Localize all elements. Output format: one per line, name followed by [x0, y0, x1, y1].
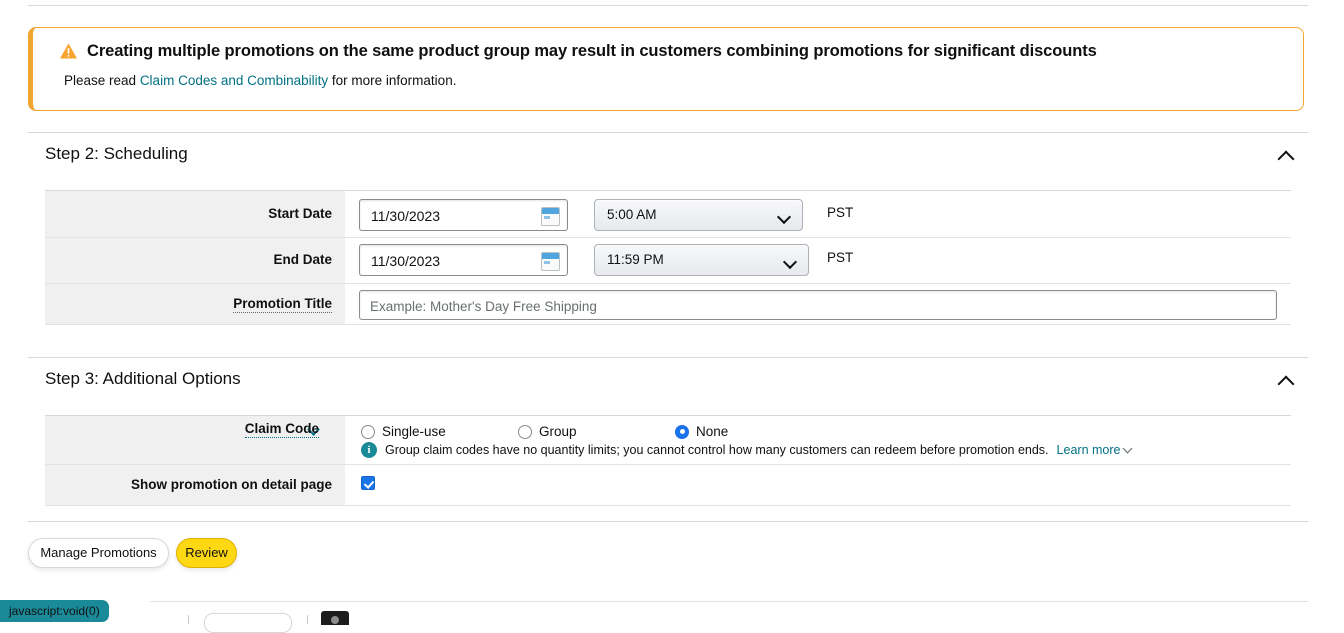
warning-triangle-icon — [59, 43, 78, 59]
learn-more-chevron-down-icon — [1124, 445, 1133, 454]
status-bar-url: javascript:void(0) — [0, 600, 109, 622]
radio-group[interactable] — [518, 424, 532, 439]
row-divider — [45, 505, 1291, 506]
footer-app-icon[interactable] — [321, 611, 349, 625]
radio-none[interactable] — [675, 424, 689, 439]
claim-code-label-cell: Claim Code — [45, 416, 345, 464]
end-date-label-cell: End Date — [45, 238, 345, 283]
claim-code-note: i Group claim codes have no quantity lim… — [361, 442, 1133, 458]
end-date-calendar-icon[interactable] — [541, 252, 560, 271]
promotion-form-page: Creating multiple promotions on the same… — [0, 0, 1344, 633]
start-date-calendar-icon[interactable] — [541, 207, 560, 226]
step2-title: Step 2: Scheduling — [45, 144, 188, 163]
end-date-label: End Date — [273, 252, 332, 267]
review-button[interactable]: Review — [176, 538, 237, 568]
step2-header: Step 2: Scheduling — [28, 136, 1308, 178]
claim-code-option-single-use[interactable]: Single-use — [361, 424, 446, 439]
footer-separator-left — [188, 615, 189, 624]
start-time-chevron-down-icon — [779, 212, 790, 223]
radio-label-single-use: Single-use — [382, 424, 446, 439]
step3-collapse-chevron-up-icon[interactable] — [1278, 374, 1295, 385]
end-date-field[interactable] — [359, 244, 568, 277]
row-divider — [45, 324, 1291, 325]
alert-body-suffix: for more information. — [328, 73, 457, 88]
end-timezone-label: PST — [827, 250, 854, 265]
footer-separator-right — [307, 615, 308, 624]
promotion-title-label-cell: Promotion Title — [45, 284, 345, 324]
end-time-value: 11:59 PM — [607, 252, 664, 267]
footer-divider — [150, 601, 1308, 602]
alert-heading-row: Creating multiple promotions on the same… — [59, 42, 1097, 61]
radio-single-use[interactable] — [361, 424, 375, 439]
start-date-label: Start Date — [268, 206, 332, 221]
claim-codes-combinability-link[interactable]: Claim Codes and Combinability — [140, 73, 328, 88]
start-date-field[interactable] — [359, 199, 568, 232]
start-time-select[interactable]: 5:00 AM — [594, 199, 803, 231]
start-timezone-label: PST — [827, 205, 854, 220]
promotion-title-label: Promotion Title — [233, 296, 332, 313]
alert-title: Creating multiple promotions on the same… — [87, 42, 1097, 60]
learn-more-link[interactable]: Learn more — [1057, 443, 1134, 457]
start-time-value: 5:00 AM — [607, 207, 657, 222]
step3-title: Step 3: Additional Options — [45, 369, 241, 388]
show-on-detail-page-label: Show promotion on detail page — [131, 477, 332, 492]
show-on-detail-page-label-cell: Show promotion on detail page — [45, 465, 345, 505]
radio-label-none: None — [696, 424, 729, 439]
alert-body-prefix: Please read — [64, 73, 140, 88]
claim-code-option-none[interactable]: None — [675, 424, 728, 439]
step3-header: Step 3: Additional Options — [28, 361, 1308, 403]
radio-label-group: Group — [539, 424, 577, 439]
actions-top-divider — [28, 521, 1308, 522]
manage-promotions-button[interactable]: Manage Promotions — [28, 538, 169, 568]
end-time-select[interactable]: 11:59 PM — [594, 244, 809, 276]
alert-body: Please read Claim Codes and Combinabilit… — [64, 73, 456, 88]
promotion-title-field[interactable] — [359, 290, 1277, 321]
show-on-detail-page-row: Show promotion on detail page — [45, 465, 1291, 505]
claim-code-option-group[interactable]: Group — [518, 424, 577, 439]
top-divider — [28, 5, 1308, 6]
footer-pill-control[interactable] — [204, 613, 292, 633]
step2-collapse-chevron-up-icon[interactable] — [1278, 149, 1295, 160]
step2-top-divider — [28, 132, 1308, 133]
combinability-warning-alert: Creating multiple promotions on the same… — [28, 27, 1304, 111]
step3-top-divider — [28, 357, 1308, 358]
show-on-detail-page-checkbox[interactable] — [361, 476, 375, 490]
info-icon: i — [361, 442, 377, 458]
learn-more-label: Learn more — [1056, 443, 1121, 457]
promotion-title-input[interactable] — [368, 291, 1272, 321]
start-date-label-cell: Start Date — [45, 191, 345, 237]
claim-code-note-text: Group claim codes have no quantity limit… — [385, 443, 1049, 457]
start-date-input[interactable] — [369, 200, 538, 232]
end-date-input[interactable] — [369, 245, 538, 277]
claim-code-label: Claim Code — [244, 420, 319, 438]
end-time-chevron-down-icon — [785, 257, 796, 268]
